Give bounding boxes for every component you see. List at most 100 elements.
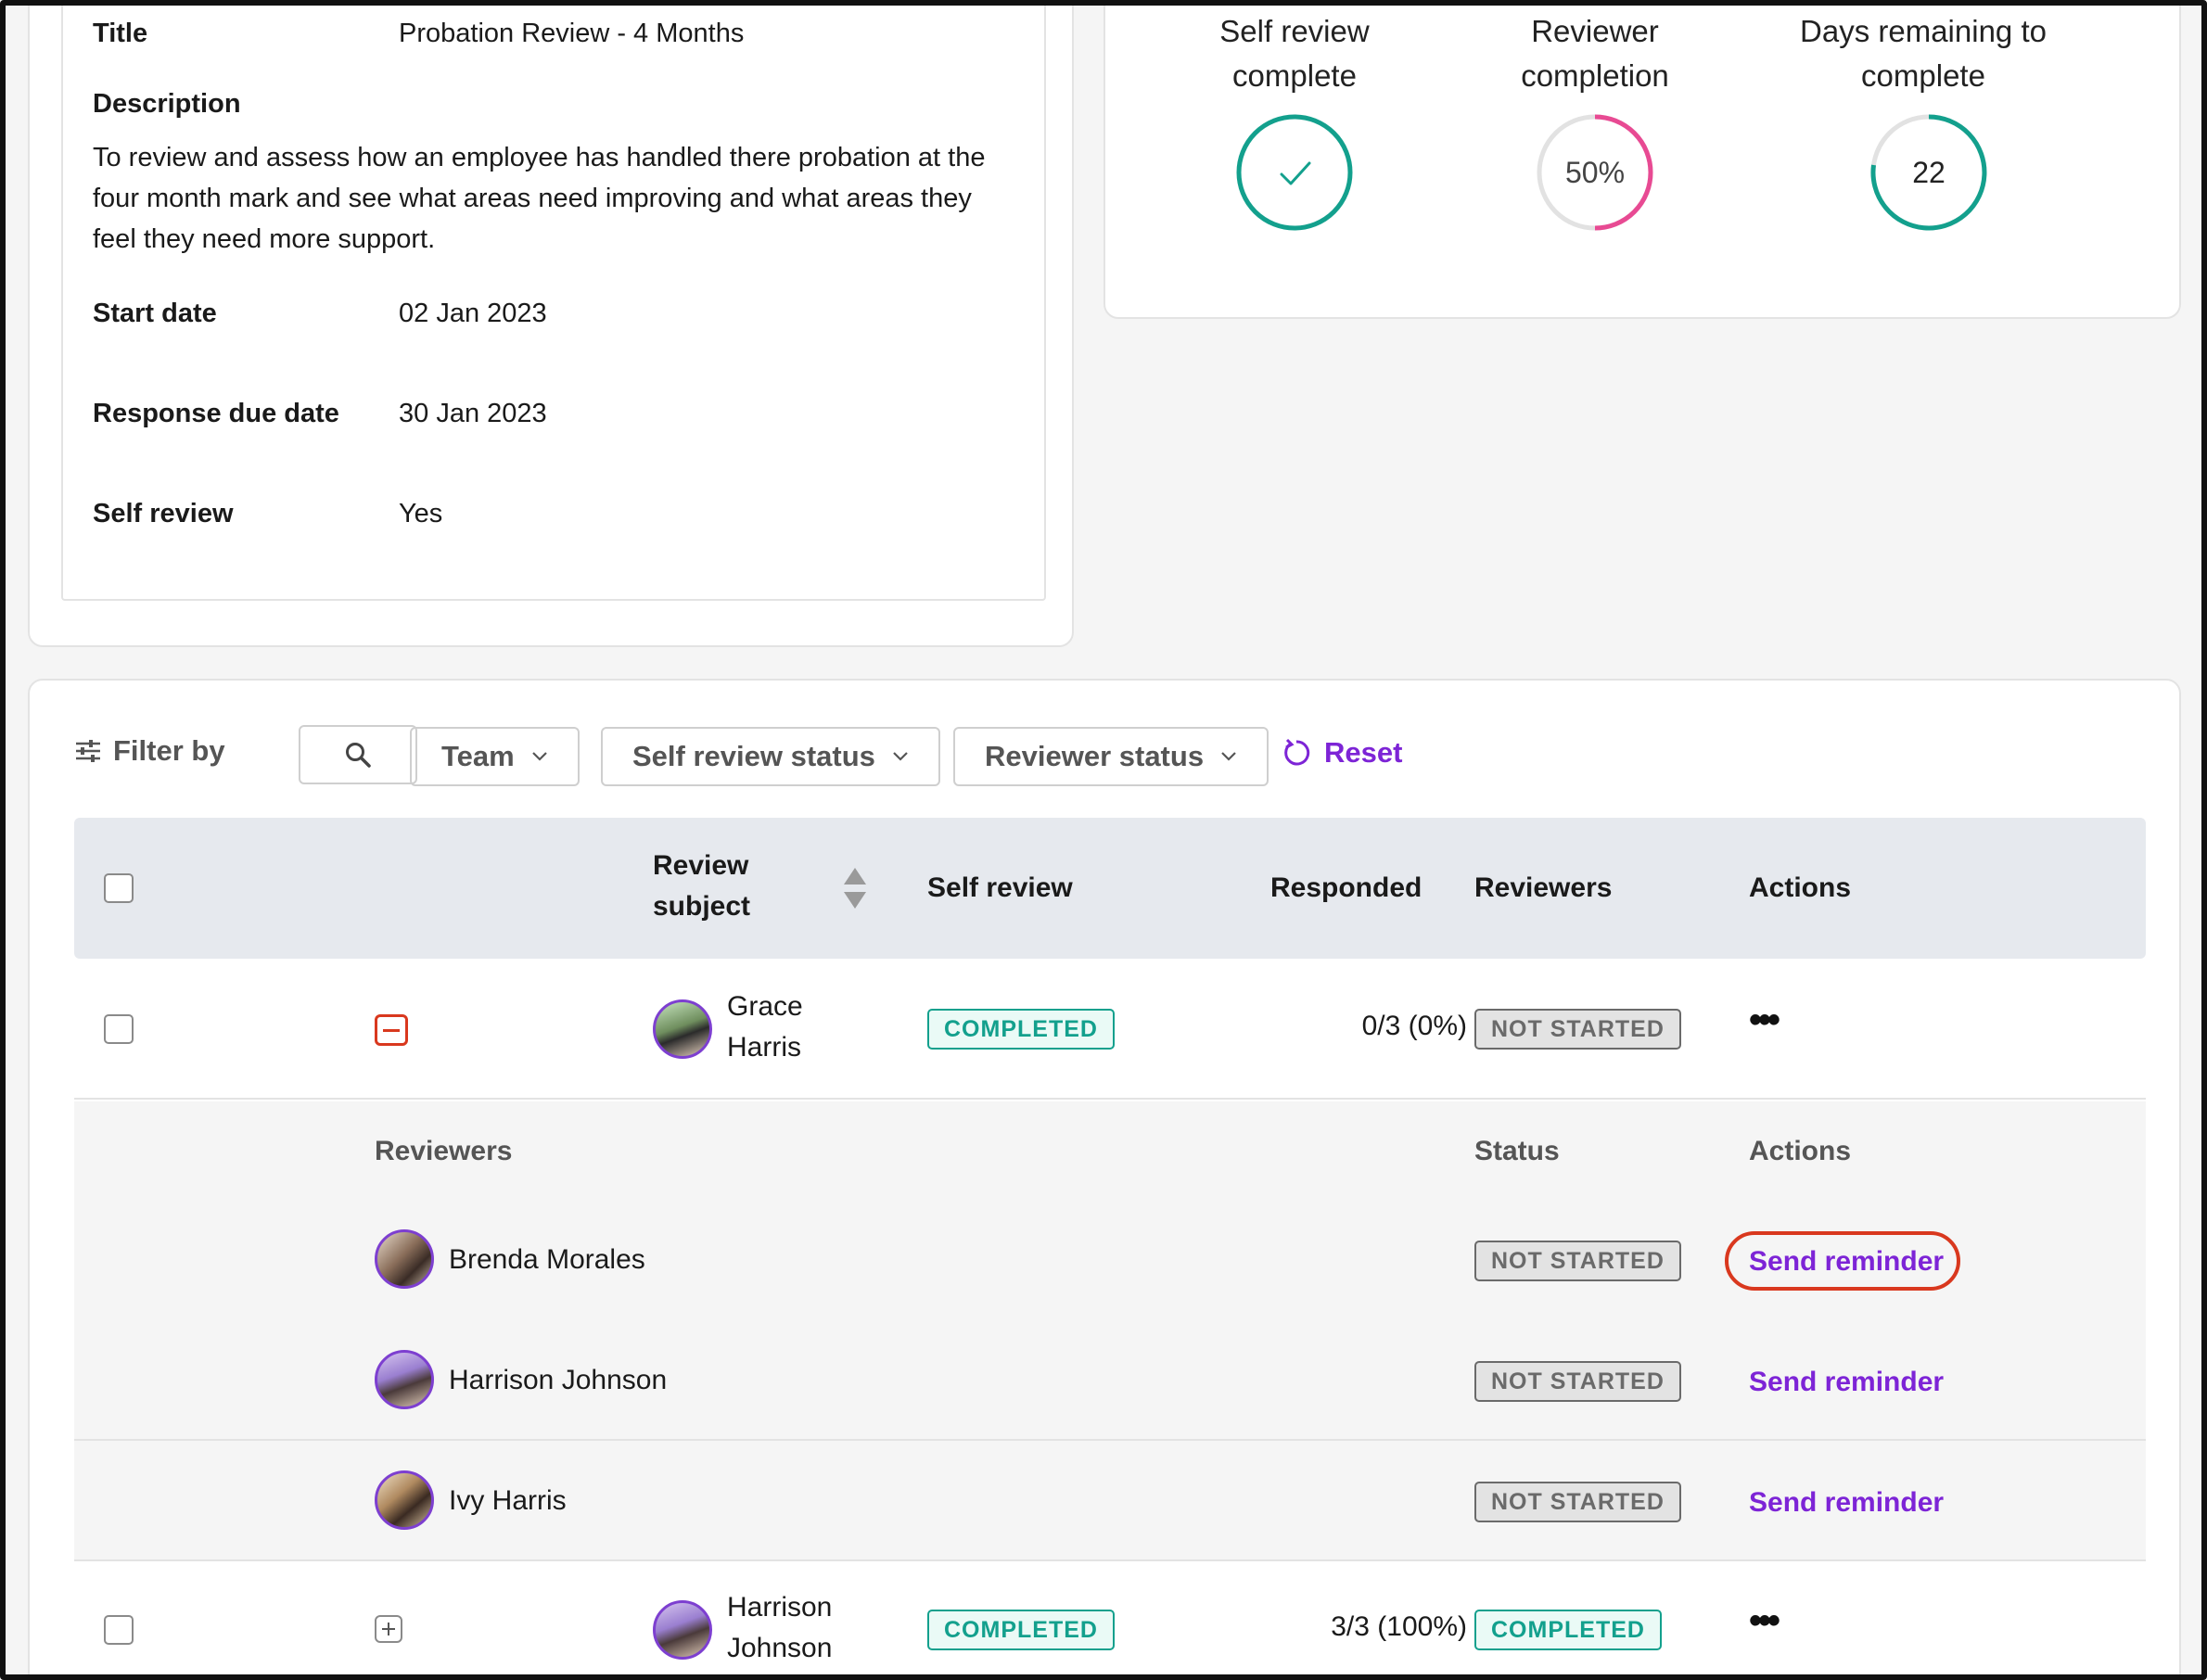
- reviewers-header: Reviewers: [1474, 872, 1613, 903]
- chevron-down-icon: [531, 752, 547, 761]
- days-stat-label: Days remaining to: [1800, 14, 2047, 48]
- self-review-header: Self review: [927, 872, 1073, 903]
- subject-first-name: Grace: [727, 991, 803, 1022]
- reviewer-stat-label: Reviewer: [1531, 14, 1659, 48]
- expand-row-button[interactable]: [375, 1615, 402, 1643]
- sort-icon[interactable]: [842, 866, 868, 910]
- days-remaining-stat: Days remaining to complete: [1766, 9, 2081, 98]
- status-badge: COMPLETED: [927, 1610, 1115, 1650]
- reviewer-name: Brenda Morales: [449, 1244, 645, 1275]
- reviewers-subheader: Reviewers: [375, 1136, 513, 1166]
- description-label: Description: [93, 89, 241, 119]
- chevron-down-icon: [893, 752, 908, 761]
- check-icon: [1280, 161, 1311, 185]
- list-item: Harrison Johnson NOT STARTED Send remind…: [74, 1320, 2146, 1441]
- review-details-panel: Title Probation Review - 4 Months Descri…: [61, 6, 1046, 601]
- chevron-down-icon: [1221, 752, 1236, 761]
- send-reminder-button[interactable]: Send reminder: [1749, 1367, 1944, 1398]
- reviewer-status-label: Reviewer status: [985, 740, 1205, 772]
- send-reminder-button[interactable]: Send reminder: [1749, 1487, 1944, 1519]
- reviewer-stat-label-2: completion: [1521, 58, 1669, 93]
- avatar: [375, 1229, 434, 1289]
- self-review-stat-label-2: complete: [1232, 58, 1357, 93]
- review-subjects-card: Filter by Team Self review status Review…: [28, 679, 2181, 1674]
- sliders-icon: [76, 740, 100, 762]
- review-subject-header-2: subject: [653, 891, 751, 922]
- self-review-label: Self review: [93, 499, 234, 528]
- reviewer-stat: Reviewer completion: [1469, 9, 1721, 98]
- reset-button[interactable]: Reset: [1282, 736, 1402, 770]
- reviewer-status-dropdown[interactable]: Reviewer status: [953, 727, 1269, 786]
- description-value: To review and assess how an employee has…: [93, 143, 986, 254]
- status-subheader: Status: [1474, 1136, 1560, 1166]
- days-stat-label-2: complete: [1861, 58, 1985, 93]
- review-subject-header[interactable]: Review subject: [653, 846, 750, 927]
- self-review-status-label: Self review status: [632, 740, 875, 772]
- progress-stats-card: Self review complete Reviewer completion…: [1104, 6, 2181, 319]
- team-dropdown-label: Team: [441, 740, 515, 772]
- review-details-card: Title Probation Review - 4 Months Descri…: [28, 6, 1074, 647]
- responded-header: Responded: [1270, 872, 1422, 903]
- team-dropdown[interactable]: Team: [410, 727, 580, 786]
- days-ring: 22: [1869, 113, 1988, 232]
- filter-by-label: Filter by: [74, 734, 225, 768]
- self-review-stat-label: Self review: [1219, 14, 1370, 48]
- filter-bar: Filter by Team Self review status Review…: [74, 725, 2114, 786]
- row-checkbox[interactable]: [104, 1014, 134, 1044]
- plus-icon-vertical: [388, 1623, 389, 1635]
- start-date-value: 02 Jan 2023: [399, 299, 547, 328]
- refresh-icon: [1284, 738, 1310, 766]
- reset-label: Reset: [1324, 736, 1403, 769]
- minus-icon: [383, 1029, 400, 1032]
- row-checkbox[interactable]: [104, 1615, 134, 1645]
- subject-name[interactable]: Harrison Johnson: [727, 1587, 832, 1669]
- subject-last-name: Harris: [727, 1032, 801, 1063]
- actions-subheader: Actions: [1749, 1136, 1852, 1166]
- days-remaining-value: 22: [1912, 155, 1945, 189]
- responded-value: 3/3 (100%): [1331, 1611, 1467, 1642]
- subject-first-name: Harrison: [727, 1592, 833, 1623]
- status-badge: COMPLETED: [1474, 1610, 1662, 1650]
- avatar: [653, 1600, 712, 1660]
- avatar: [653, 999, 712, 1059]
- reviewer-ring: 50%: [1536, 113, 1654, 232]
- self-review-stat: Self review complete: [1168, 9, 1421, 98]
- self-review-value: Yes: [399, 499, 443, 528]
- status-badge: NOT STARTED: [1474, 1361, 1681, 1402]
- responded-value: 0/3 (0%): [1361, 1011, 1467, 1041]
- due-date-label: Response due date: [93, 399, 339, 428]
- reviewer-name: Harrison Johnson: [449, 1365, 668, 1395]
- avatar: [375, 1470, 434, 1530]
- table-header: Review subject Self review Responded Rev…: [74, 818, 2146, 959]
- actions-header: Actions: [1749, 872, 1852, 903]
- more-actions-icon[interactable]: •••: [1749, 1600, 1780, 1642]
- select-all-checkbox[interactable]: [104, 873, 134, 903]
- reviewer-name: Ivy Harris: [449, 1485, 567, 1516]
- collapse-row-button[interactable]: [375, 1014, 408, 1046]
- due-date-value: 30 Jan 2023: [399, 399, 547, 428]
- title-label: Title: [93, 19, 148, 48]
- search-icon: [346, 743, 371, 768]
- status-badge: NOT STARTED: [1474, 1482, 1681, 1522]
- more-actions-icon[interactable]: •••: [1749, 999, 1780, 1041]
- subject-name[interactable]: Grace Harris: [727, 986, 803, 1068]
- reviewer-completion-value: 50%: [1564, 155, 1626, 189]
- screen: Title Probation Review - 4 Months Descri…: [0, 0, 2207, 1680]
- search-input[interactable]: [299, 725, 417, 784]
- reviewers-subtable-header-area: Reviewers Status Actions Brenda Morales …: [74, 1101, 2146, 1320]
- review-subject-header-1: Review: [653, 850, 749, 881]
- avatar: [375, 1350, 434, 1409]
- title-value: Probation Review - 4 Months: [399, 19, 745, 48]
- table-row: Harrison Johnson COMPLETED 3/3 (100%) CO…: [74, 1563, 2146, 1674]
- subject-last-name: Johnson: [727, 1633, 833, 1663]
- list-item: Ivy Harris NOT STARTED Send reminder: [74, 1441, 2146, 1561]
- start-date-label: Start date: [93, 299, 217, 328]
- table-row: Grace Harris COMPLETED 0/3 (0%) NOT STAR…: [74, 959, 2146, 1100]
- status-badge: NOT STARTED: [1474, 1009, 1681, 1050]
- filter-by-text: Filter by: [113, 734, 225, 767]
- self-review-ring: [1235, 113, 1354, 232]
- status-badge: COMPLETED: [927, 1009, 1115, 1050]
- status-badge: NOT STARTED: [1474, 1241, 1681, 1281]
- self-review-status-dropdown[interactable]: Self review status: [601, 727, 940, 786]
- send-reminder-button[interactable]: Send reminder: [1749, 1246, 1944, 1278]
